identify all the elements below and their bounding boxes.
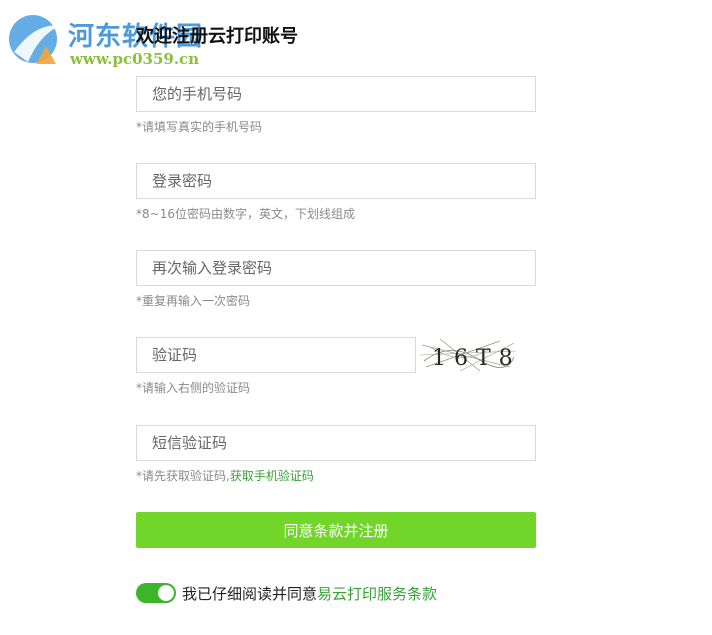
- page-title: 欢迎注册云打印账号: [136, 26, 298, 47]
- captcha-hint: *请输入右侧的验证码: [136, 381, 251, 395]
- watermark-url: www.pc0359.cn: [70, 50, 200, 68]
- agreement-row: 我已仔细阅读并同意 易云打印服务条款: [136, 582, 437, 604]
- captcha-image[interactable]: 16T8: [420, 337, 516, 373]
- password-confirm-field-group: *重复再输入一次密码: [136, 250, 536, 309]
- password-input[interactable]: [136, 163, 536, 199]
- terms-link[interactable]: 易云打印服务条款: [317, 583, 437, 604]
- agreement-text: 我已仔细阅读并同意: [182, 584, 318, 603]
- sms-hint-text: *请先获取验证码,: [136, 469, 230, 483]
- password-confirm-hint: *重复再输入一次密码: [136, 294, 251, 308]
- password-field-group: *8~16位密码由数字，英文，下划线组成: [136, 163, 536, 222]
- get-sms-code-link[interactable]: 获取手机验证码: [230, 469, 314, 483]
- captcha-input[interactable]: [136, 337, 416, 373]
- toggle-knob: [158, 585, 174, 601]
- password-hint: *8~16位密码由数字，英文，下划线组成: [136, 207, 355, 221]
- captcha-text: 16T8: [432, 346, 516, 371]
- watermark-logo-icon: [9, 15, 60, 64]
- sms-field-group: *请先获取验证码,获取手机验证码: [136, 425, 536, 484]
- phone-field-group: *请填写真实的手机号码: [136, 76, 536, 135]
- agreement-toggle[interactable]: [136, 583, 176, 603]
- sms-code-input[interactable]: [136, 425, 536, 461]
- agree-and-register-button[interactable]: 同意条款并注册: [136, 512, 536, 548]
- phone-input[interactable]: [136, 76, 536, 112]
- sms-hint: *请先获取验证码,获取手机验证码: [136, 467, 536, 484]
- password-confirm-input[interactable]: [136, 250, 536, 286]
- captcha-field-group: 16T8 *请输入右侧的验证码: [136, 337, 536, 396]
- phone-hint: *请填写真实的手机号码: [136, 120, 263, 134]
